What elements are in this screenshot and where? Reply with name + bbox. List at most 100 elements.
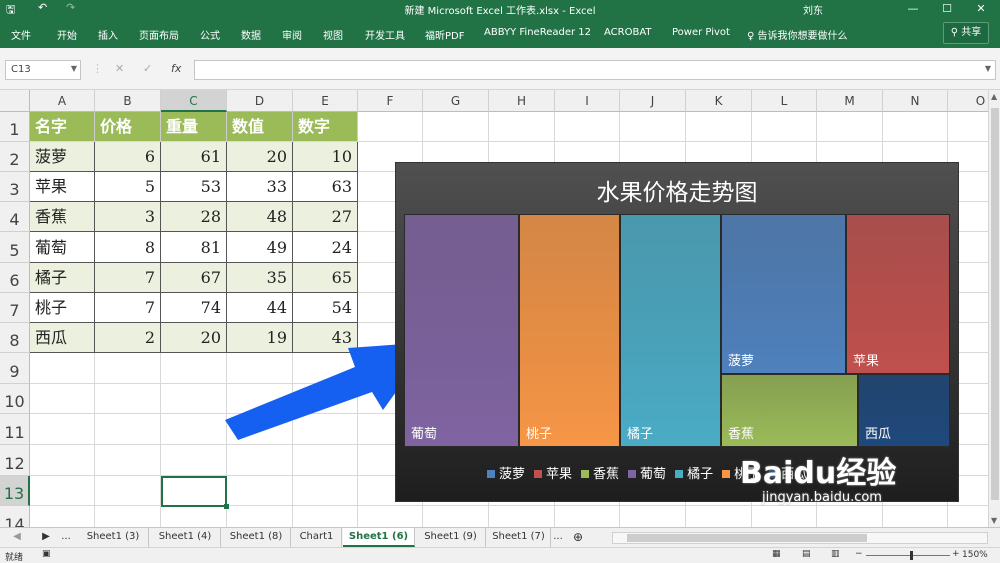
row-header-10[interactable]: 10 xyxy=(0,384,30,414)
column-header-c[interactable]: C xyxy=(161,90,227,112)
fill-handle[interactable] xyxy=(224,504,229,509)
scroll-up-icon[interactable]: ▲ xyxy=(991,92,997,101)
tab-more-left[interactable]: ... xyxy=(56,528,76,547)
column-header-o[interactable]: O xyxy=(948,90,988,112)
vertical-scrollbar[interactable]: ▲ ▼ xyxy=(988,90,1000,527)
column-header-f[interactable]: F xyxy=(358,90,423,112)
table-cell[interactable]: 54 xyxy=(293,293,358,323)
table-cell[interactable]: 8 xyxy=(95,232,161,263)
table-cell[interactable]: 65 xyxy=(293,263,358,293)
empty-cell[interactable] xyxy=(95,384,161,414)
treemap-tile[interactable]: 橘子 xyxy=(620,214,721,447)
column-header-d[interactable]: D xyxy=(227,90,293,112)
row-header-1[interactable]: 1 xyxy=(0,112,30,142)
row-header-13[interactable]: 13 xyxy=(0,476,30,506)
enter-icon[interactable]: ✓ xyxy=(143,62,152,75)
restore-button[interactable]: ☐ xyxy=(930,0,964,18)
tab-acrobat[interactable]: ACROBAT xyxy=(604,27,652,38)
table-cell[interactable]: 苹果 xyxy=(30,172,95,202)
active-cell-c13[interactable] xyxy=(161,476,227,507)
table-cell[interactable]: 20 xyxy=(227,142,293,172)
tab-page-layout[interactable]: 页面布局 xyxy=(139,27,179,42)
drag-handle-icon[interactable]: ⋮ xyxy=(92,62,103,75)
table-cell[interactable]: 2 xyxy=(95,323,161,353)
table-cell[interactable]: 28 xyxy=(161,202,227,232)
empty-cell[interactable] xyxy=(30,445,95,476)
empty-cell[interactable] xyxy=(752,506,817,527)
column-header-g[interactable]: G xyxy=(423,90,489,112)
empty-cell[interactable] xyxy=(358,112,423,142)
zoom-in-button[interactable]: + xyxy=(952,549,960,559)
table-cell[interactable]: 20 xyxy=(161,323,227,353)
column-header-n[interactable]: N xyxy=(883,90,948,112)
tab-developer[interactable]: 开发工具 xyxy=(365,27,405,42)
zoom-level[interactable]: 150% xyxy=(962,550,988,560)
page-layout-view-icon[interactable]: ▤ xyxy=(802,549,811,559)
table-cell[interactable]: 10 xyxy=(293,142,358,172)
h-scroll-thumb[interactable] xyxy=(627,534,867,542)
cancel-icon[interactable]: ✕ xyxy=(115,62,124,75)
tell-me-box[interactable]: ♀ 告诉我你想要做什么 xyxy=(747,27,848,42)
empty-cell[interactable] xyxy=(30,506,95,527)
table-cell[interactable]: 菠萝 xyxy=(30,142,95,172)
empty-cell[interactable] xyxy=(293,506,358,527)
column-header-a[interactable]: A xyxy=(30,90,95,112)
empty-cell[interactable] xyxy=(555,112,620,142)
table-cell[interactable]: 53 xyxy=(161,172,227,202)
empty-cell[interactable] xyxy=(30,353,95,384)
table-cell[interactable]: 3 xyxy=(95,202,161,232)
empty-cell[interactable] xyxy=(752,112,817,142)
empty-cell[interactable] xyxy=(161,353,227,384)
table-cell[interactable]: 6 xyxy=(95,142,161,172)
tab-scroll-left-icon[interactable]: ◀ xyxy=(8,528,26,547)
table-cell[interactable]: 33 xyxy=(227,172,293,202)
sheet-tab-active[interactable]: Sheet1 (6) xyxy=(343,528,415,547)
tab-abbyy[interactable]: ABBYY FineReader 12 xyxy=(484,27,591,38)
table-cell[interactable]: 81 xyxy=(161,232,227,263)
table-cell[interactable]: 61 xyxy=(161,142,227,172)
empty-cell[interactable] xyxy=(948,506,988,527)
empty-cell[interactable] xyxy=(95,353,161,384)
row-header-11[interactable]: 11 xyxy=(0,414,30,445)
column-header-j[interactable]: J xyxy=(620,90,686,112)
empty-cell[interactable] xyxy=(817,506,883,527)
page-break-view-icon[interactable]: ▥ xyxy=(831,549,840,559)
empty-cell[interactable] xyxy=(95,476,161,506)
close-button[interactable]: ✕ xyxy=(964,0,998,18)
treemap-tile[interactable]: 桃子 xyxy=(519,214,620,447)
empty-cell[interactable] xyxy=(883,112,948,142)
tab-data[interactable]: 数据 xyxy=(241,27,261,42)
table-cell[interactable]: 5 xyxy=(95,172,161,202)
empty-cell[interactable] xyxy=(95,445,161,476)
column-header-b[interactable]: B xyxy=(95,90,161,112)
table-cell[interactable]: 香蕉 xyxy=(30,202,95,232)
table-cell[interactable]: 63 xyxy=(293,172,358,202)
tab-power-pivot[interactable]: Power Pivot xyxy=(672,27,730,38)
column-header-k[interactable]: K xyxy=(686,90,752,112)
table-header-cell[interactable]: 数值 xyxy=(227,112,293,142)
empty-cell[interactable] xyxy=(161,384,227,414)
chart-title[interactable]: 水果价格走势图 xyxy=(396,173,958,207)
sheet-tab[interactable]: Sheet1 (7) xyxy=(487,528,551,547)
empty-cell[interactable] xyxy=(620,506,686,527)
sheet-tab[interactable]: Sheet1 (8) xyxy=(222,528,291,547)
zoom-slider[interactable] xyxy=(866,551,950,560)
column-header-l[interactable]: L xyxy=(752,90,817,112)
empty-cell[interactable] xyxy=(948,112,988,142)
table-header-cell[interactable]: 重量 xyxy=(161,112,227,142)
legend-entry[interactable]: 葡萄 xyxy=(627,463,666,482)
empty-cell[interactable] xyxy=(30,414,95,445)
table-cell[interactable]: 27 xyxy=(293,202,358,232)
table-header-cell[interactable]: 价格 xyxy=(95,112,161,142)
treemap-tile[interactable]: 香蕉 xyxy=(721,374,858,447)
column-header-e[interactable]: E xyxy=(293,90,358,112)
row-header-3[interactable]: 3 xyxy=(0,172,30,202)
empty-cell[interactable] xyxy=(489,506,555,527)
table-cell[interactable]: 49 xyxy=(227,232,293,263)
formula-input[interactable]: ▼ xyxy=(194,60,996,80)
treemap-chart[interactable]: 水果价格走势图 葡萄 桃子 橘子 菠萝 苹果 香蕉 西瓜 菠萝 苹果 香蕉 葡萄 橘子 桃子 西瓜 xyxy=(396,163,958,501)
zoom-out-button[interactable]: − xyxy=(855,549,863,559)
table-header-cell[interactable]: 数字 xyxy=(293,112,358,142)
tab-scroll-right-icon[interactable]: ▶ xyxy=(38,528,54,547)
row-header-7[interactable]: 7 xyxy=(0,293,30,323)
